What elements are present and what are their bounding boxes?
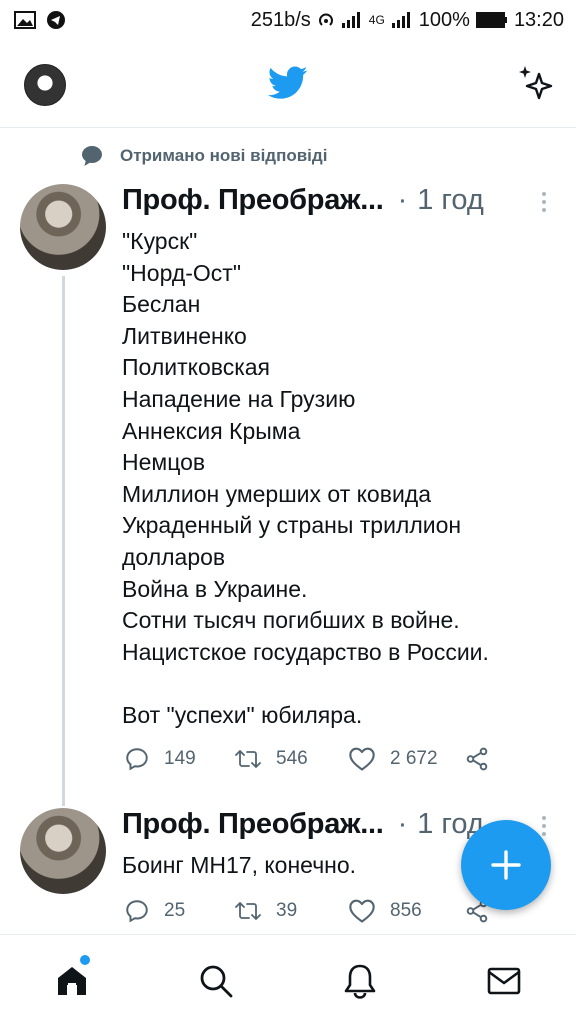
share-button[interactable] [464, 746, 490, 772]
tweet-actions: 25 39 856 [124, 896, 490, 926]
like-count: 856 [390, 900, 422, 921]
retweet-icon [235, 750, 261, 768]
more-options-icon[interactable] [540, 816, 548, 836]
hotspot-icon [318, 13, 333, 26]
separator-dot: · [397, 808, 408, 840]
like-button[interactable]: 856 [348, 898, 464, 924]
battery-percent: 100% [418, 8, 470, 31]
signal-icon-2 [391, 12, 410, 28]
signal-icon [341, 12, 360, 28]
heart-icon [349, 747, 375, 771]
reply-count: 149 [164, 748, 196, 769]
telegram-icon [47, 11, 65, 29]
thread-line [62, 276, 65, 806]
separator-dot: · [397, 184, 408, 216]
home-notification-dot [80, 955, 90, 965]
profile-avatar-button[interactable] [24, 64, 66, 106]
reply-count: 25 [164, 900, 186, 921]
tweet-actions: 149 546 2 672 [124, 744, 490, 774]
plus-icon [491, 850, 521, 880]
author-name[interactable]: Проф. Преображ... [122, 808, 384, 841]
bell-icon[interactable] [342, 963, 378, 999]
app-header [0, 40, 576, 128]
reply-button[interactable]: 149 [124, 746, 234, 772]
reply-icon [126, 900, 148, 923]
reply-button[interactable]: 25 [124, 898, 234, 924]
gallery-icon [14, 11, 36, 29]
tweet-header: Проф. Преображ... · 1 год [122, 184, 484, 217]
network-type: 4G [368, 13, 385, 27]
heart-icon [349, 899, 375, 923]
mail-icon[interactable] [486, 963, 522, 999]
tweet-text: "Курск" "Норд-Ост" Беслан Литвиненко Пол… [122, 228, 489, 728]
search-icon[interactable] [198, 963, 234, 999]
battery-icon [475, 12, 507, 28]
retweet-button[interactable]: 39 [234, 898, 348, 924]
retweet-count: 39 [276, 900, 298, 921]
author-name[interactable]: Проф. Преображ... [122, 184, 384, 217]
retweet-icon [235, 902, 261, 920]
like-button[interactable]: 2 672 [348, 746, 464, 772]
reply-bubble-icon [82, 146, 102, 166]
status-right: 251b/s 4G 100% 13:20 [251, 9, 564, 32]
author-avatar[interactable] [20, 184, 106, 270]
network-speed: 251b/s [250, 8, 311, 31]
status-left [14, 10, 66, 30]
twitter-bird-icon[interactable] [268, 66, 308, 100]
tweet-text: Боинг МН17, конечно. [122, 852, 357, 878]
reply-icon [126, 748, 148, 771]
new-replies-notice[interactable]: Отримано нові відповіді [80, 144, 327, 168]
bottom-navigation [0, 934, 576, 1024]
author-avatar[interactable] [20, 808, 106, 894]
tweet[interactable]: Проф. Преображ... · 1 год "Курск" "Норд-… [0, 184, 576, 806]
retweet-button[interactable]: 546 [234, 746, 348, 772]
new-replies-text: Отримано нові відповіді [120, 146, 328, 165]
share-icon [466, 747, 488, 771]
tweet-header: Проф. Преображ... · 1 год [122, 808, 484, 841]
tweet-time[interactable]: 1 год [417, 184, 484, 217]
status-bar: 251b/s 4G 100% 13:20 [0, 0, 576, 40]
compose-tweet-button[interactable] [461, 820, 551, 910]
more-options-icon[interactable] [540, 192, 548, 212]
like-count: 2 672 [390, 748, 438, 769]
clock: 13:20 [513, 8, 564, 31]
sparkle-icon[interactable] [517, 64, 557, 104]
retweet-count: 546 [276, 748, 308, 769]
home-icon[interactable] [54, 963, 90, 999]
